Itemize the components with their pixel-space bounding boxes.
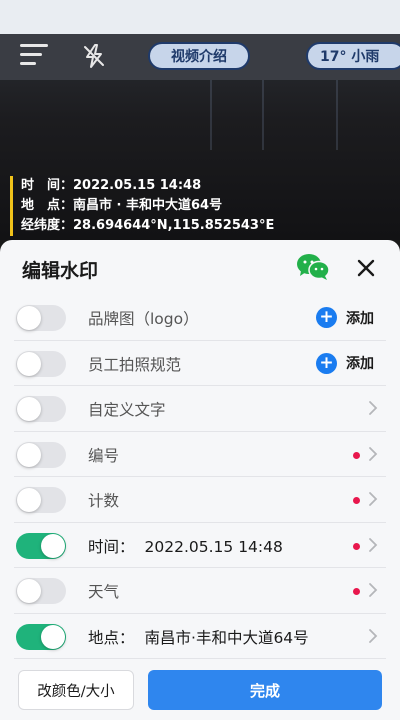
option-row-logo[interactable]: 品牌图（logo） + 添加 [0,295,400,341]
option-row-weather[interactable]: 天气 [0,568,400,614]
watermark-options-list: 品牌图（logo） + 添加 员工拍照规范 + 添加 自定义文字 编号 计数 时… [0,295,400,659]
camera-preview: 视频介绍 17° 小雨 时 间：2022.05.15 14:48 地 点：南昌市… [0,0,400,240]
toggle-switch[interactable] [16,441,66,468]
chevron-right-icon [369,628,378,643]
watermark-time: 时 间：2022.05.15 14:48 [21,178,202,193]
chevron-right-icon [369,401,378,415]
weather-badge[interactable]: 17° 小雨 [306,42,400,70]
chevron-right-icon [369,492,378,506]
sheet-title: 编辑水印 [22,260,99,282]
watermark-preview: 时 间：2022.05.15 14:48 地 点：南昌市 · 丰和中大道64号 … [10,176,274,236]
toggle-switch[interactable] [16,532,66,559]
option-row-count[interactable]: 计数 [0,477,400,523]
location-value: 南昌市·丰和中大道64号 [144,628,309,647]
option-label: 自定义文字 [88,401,166,419]
new-badge-dot [353,451,360,459]
plus-icon: + [316,307,337,328]
light-streak [210,80,212,150]
time-value: 2022.05.15 14:48 [144,537,283,556]
option-row-number[interactable]: 编号 [0,432,400,478]
option-row-custom-text[interactable]: 自定义文字 [0,386,400,432]
chevron-right-icon [369,537,378,552]
option-row-location[interactable]: 地点： 南昌市·丰和中大道64号 [0,614,400,660]
sheet-header: 编辑水印 [0,240,400,296]
toggle-switch[interactable] [16,578,66,604]
chevron-right-icon [369,446,378,461]
watermark-coords: 经纬度：28.694644°N,115.852543°E [21,218,275,233]
video-intro-button[interactable]: 视频介绍 [148,42,250,70]
option-label: 计数 [88,492,120,510]
option-label: 品牌图（logo） [88,310,199,328]
new-badge-dot [353,542,360,550]
done-button[interactable]: 完成 [148,670,382,710]
wechat-icon[interactable] [296,252,330,282]
change-color-size-button[interactable]: 改颜色/大小 [18,670,134,710]
new-badge-dot [353,588,360,595]
close-icon[interactable] [352,254,380,282]
menu-icon[interactable] [20,44,48,68]
option-row-photo-guidelines[interactable]: 员工拍照规范 + 添加 [0,341,400,387]
option-label: 地点： 南昌市·丰和中大道64号 [88,628,309,647]
flash-off-icon[interactable] [80,42,108,70]
toggle-switch[interactable] [16,623,66,650]
sheet-footer: 改颜色/大小 完成 [0,668,400,720]
light-streak [262,80,264,150]
toggle-switch[interactable] [16,350,66,377]
option-label: 天气 [88,583,120,601]
toggle-switch[interactable] [16,487,66,513]
option-label: 时间： 2022.05.15 14:48 [88,537,283,556]
plus-icon: + [316,352,337,374]
toggle-switch[interactable] [16,396,66,422]
option-row-time[interactable]: 时间： 2022.05.15 14:48 [0,523,400,569]
edit-watermark-sheet: 编辑水印 品牌图（logo） + 添加 员工拍照规范 + 添加 自定义文字 编号… [0,240,400,720]
watermark-location: 地 点：南昌市 · 丰和中大道64号 [21,198,223,213]
option-label: 员工拍照规范 [88,355,182,374]
add-logo-button[interactable]: + 添加 [316,307,374,328]
light-streak [336,80,338,150]
toggle-switch[interactable] [16,305,66,331]
option-label: 编号 [88,446,120,465]
add-guidelines-button[interactable]: + 添加 [316,352,374,374]
new-badge-dot [353,497,360,504]
chevron-right-icon [369,583,378,597]
